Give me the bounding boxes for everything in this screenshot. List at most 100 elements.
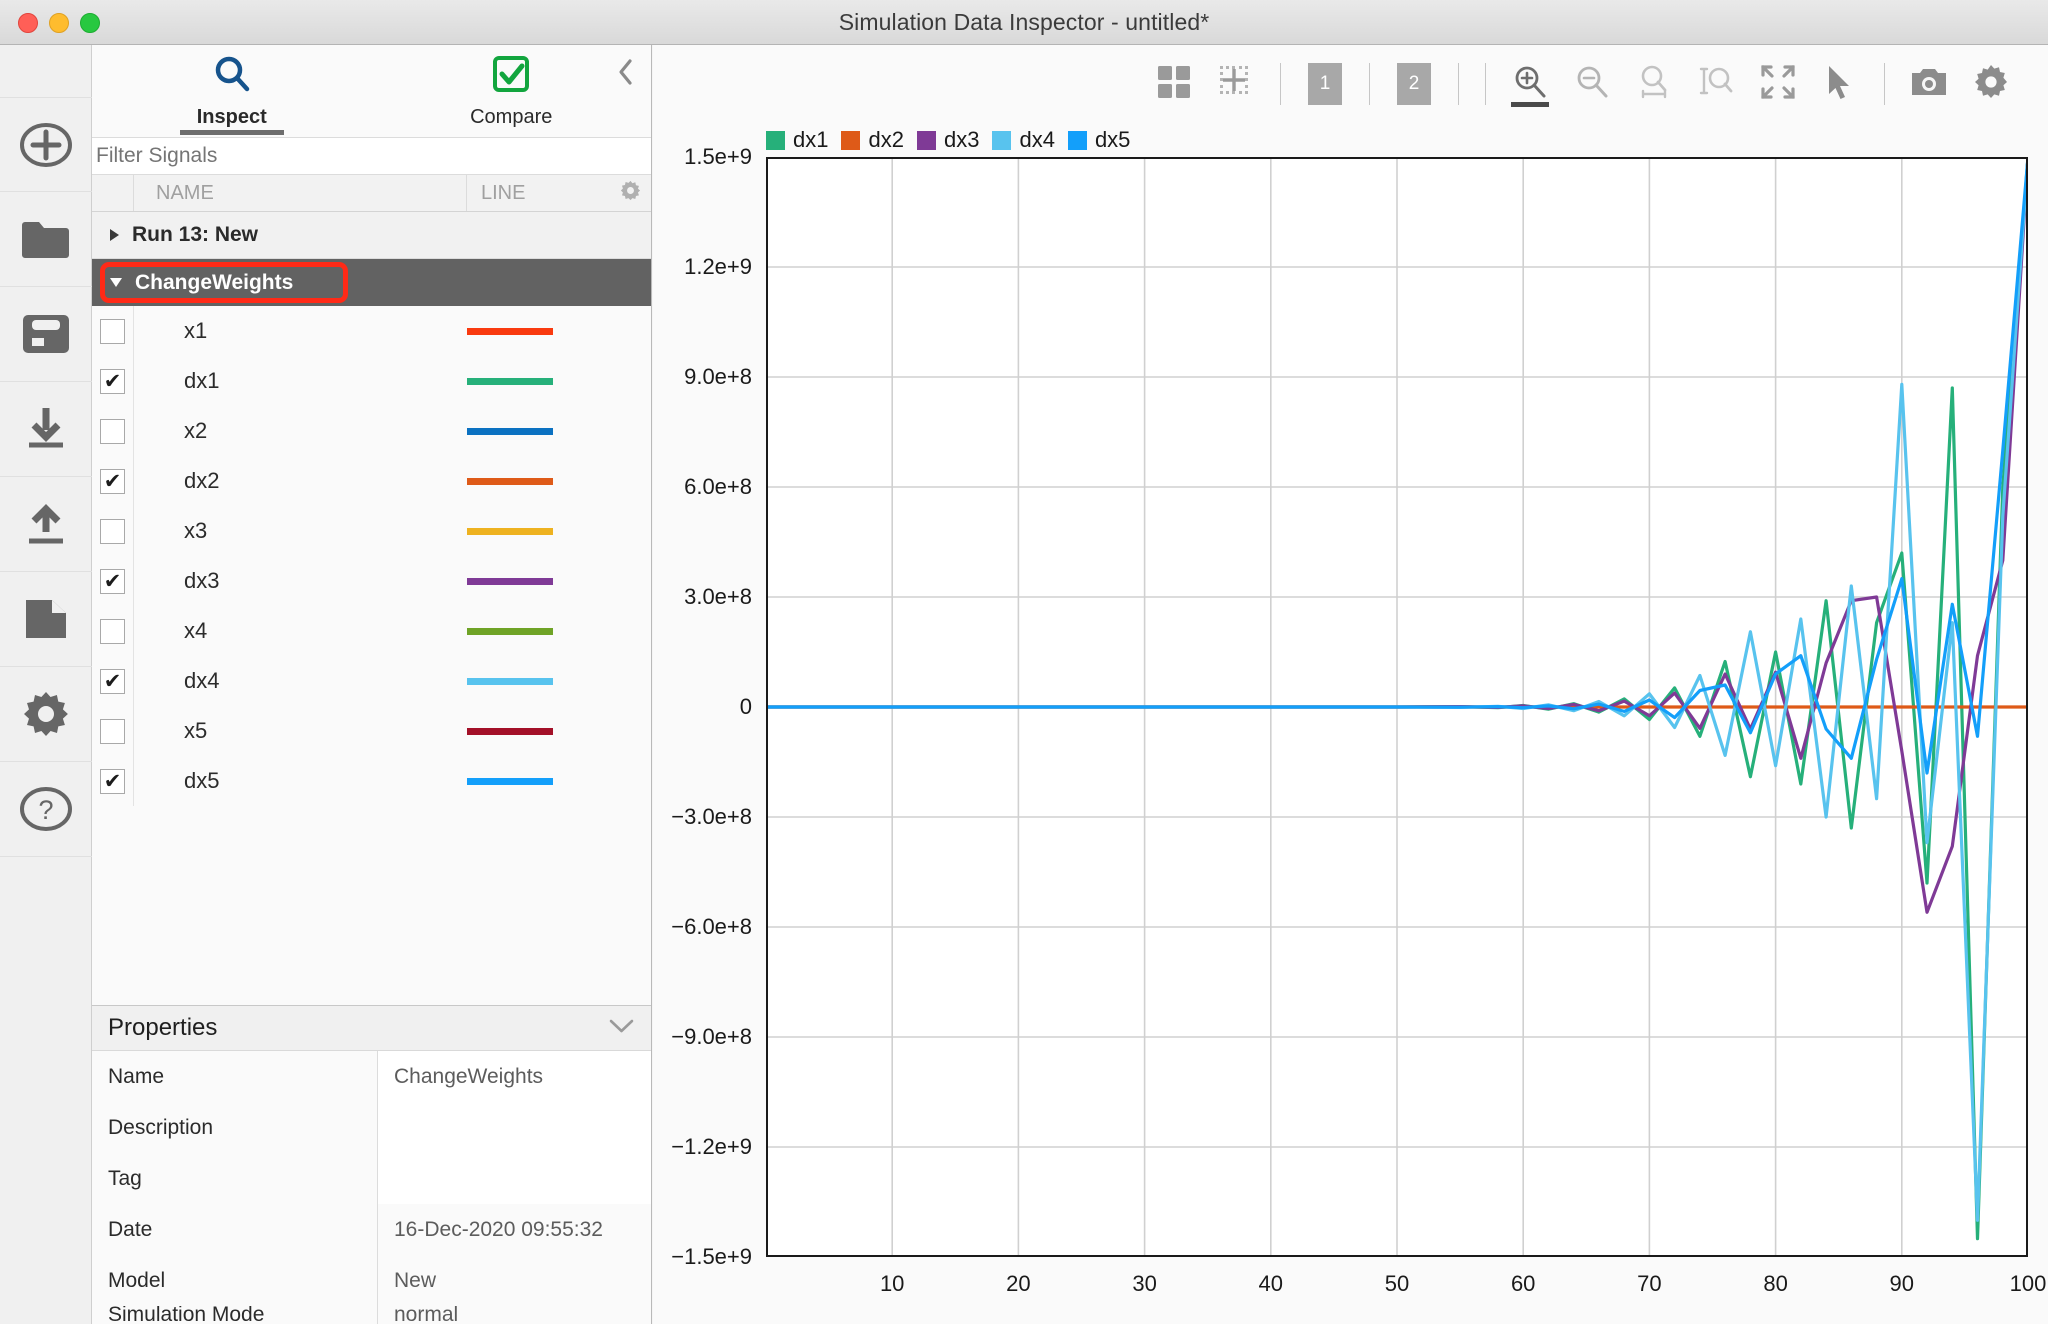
signal-row[interactable]: ✔ dx5 bbox=[92, 756, 651, 806]
signal-color-swatch[interactable] bbox=[467, 677, 553, 685]
minimize-button[interactable] bbox=[49, 12, 69, 33]
signal-row[interactable]: x5 bbox=[92, 706, 651, 756]
signal-line-cell[interactable] bbox=[467, 677, 609, 685]
signal-line-cell[interactable] bbox=[467, 377, 609, 385]
signal-line-cell[interactable] bbox=[467, 427, 609, 435]
signal-checkbox[interactable] bbox=[100, 418, 125, 444]
y-axis-tick-label: 1.2e+9 bbox=[684, 254, 752, 279]
fit-to-view-button[interactable] bbox=[1747, 53, 1809, 115]
signal-line-cell[interactable] bbox=[467, 527, 609, 535]
signal-row[interactable]: x2 bbox=[92, 406, 651, 456]
zoom-y-button[interactable] bbox=[1685, 53, 1747, 115]
property-value[interactable]: 16-Dec-2020 09:55:32 bbox=[377, 1204, 651, 1255]
import-button[interactable] bbox=[0, 382, 92, 477]
signal-row[interactable]: ✔ dx1 bbox=[92, 356, 651, 406]
signal-line-cell[interactable] bbox=[467, 727, 609, 735]
signal-checkbox[interactable]: ✔ bbox=[100, 668, 125, 694]
help-button[interactable]: ? bbox=[0, 762, 92, 857]
signal-row[interactable]: ✔ dx4 bbox=[92, 656, 651, 706]
signal-color-swatch[interactable] bbox=[467, 727, 553, 735]
signal-checkbox[interactable] bbox=[100, 718, 125, 744]
header-line-column[interactable]: LINE bbox=[467, 175, 609, 211]
close-button[interactable] bbox=[18, 12, 38, 33]
signal-checkbox[interactable] bbox=[100, 618, 125, 644]
zoom-in-button[interactable] bbox=[1499, 53, 1561, 115]
report-button[interactable] bbox=[0, 572, 92, 667]
chevron-down-icon[interactable] bbox=[608, 1014, 635, 1042]
legend-item[interactable]: dx3 bbox=[916, 127, 979, 153]
signal-checkbox-cell[interactable]: ✔ bbox=[92, 556, 134, 606]
signal-checkbox[interactable]: ✔ bbox=[100, 568, 125, 594]
signal-checkbox[interactable]: ✔ bbox=[100, 768, 125, 794]
signal-row[interactable]: x4 bbox=[92, 606, 651, 656]
snapshot-button[interactable] bbox=[1898, 53, 1960, 115]
new-run-button[interactable] bbox=[0, 97, 92, 192]
layout-grid-button[interactable] bbox=[1143, 53, 1205, 115]
signal-checkbox-cell[interactable]: ✔ bbox=[92, 356, 134, 406]
signal-checkbox-cell[interactable]: ✔ bbox=[92, 656, 134, 706]
expand-triangle-icon[interactable] bbox=[110, 229, 119, 241]
preferences-button[interactable] bbox=[0, 667, 92, 762]
signal-row[interactable]: x1 bbox=[92, 306, 651, 356]
zoom-x-button[interactable] bbox=[1623, 53, 1685, 115]
search-input[interactable] bbox=[96, 144, 651, 168]
signal-line-cell[interactable] bbox=[467, 327, 609, 335]
signal-row[interactable]: ✔ dx2 bbox=[92, 456, 651, 506]
tab-compare[interactable]: Compare bbox=[372, 45, 652, 137]
signal-color-swatch[interactable] bbox=[467, 377, 553, 385]
run-row[interactable]: Run 13: New bbox=[92, 212, 651, 259]
header-name-column[interactable]: NAME bbox=[134, 175, 467, 211]
signal-color-swatch[interactable] bbox=[467, 477, 553, 485]
signal-color-swatch[interactable] bbox=[467, 777, 553, 785]
signal-checkbox[interactable]: ✔ bbox=[100, 468, 125, 494]
legend-item[interactable]: dx4 bbox=[992, 127, 1055, 153]
zoom-out-button[interactable] bbox=[1561, 53, 1623, 115]
plot-settings-button[interactable] bbox=[1960, 53, 2022, 115]
axis-2-button[interactable]: 2 bbox=[1383, 53, 1445, 115]
signal-color-swatch[interactable] bbox=[467, 577, 553, 585]
signal-checkbox-cell[interactable] bbox=[92, 406, 134, 456]
pointer-button[interactable] bbox=[1809, 53, 1871, 115]
signal-line-cell[interactable] bbox=[467, 477, 609, 485]
property-value[interactable] bbox=[377, 1102, 651, 1153]
signal-line-cell[interactable] bbox=[467, 577, 609, 585]
legend-item[interactable]: dx5 bbox=[1067, 127, 1130, 153]
signal-line-cell[interactable] bbox=[467, 777, 609, 785]
axis-1-button[interactable]: 1 bbox=[1294, 53, 1356, 115]
property-value[interactable]: normal bbox=[377, 1306, 651, 1324]
property-value[interactable] bbox=[377, 1153, 651, 1204]
signal-color-swatch[interactable] bbox=[467, 527, 553, 535]
signal-checkbox[interactable]: ✔ bbox=[100, 368, 125, 394]
signal-checkbox[interactable] bbox=[100, 318, 125, 344]
property-value[interactable]: ChangeWeights bbox=[377, 1051, 651, 1102]
signal-color-swatch[interactable] bbox=[467, 427, 553, 435]
tab-inspect[interactable]: Inspect bbox=[92, 45, 372, 137]
signal-checkbox[interactable] bbox=[100, 518, 125, 544]
signal-checkbox-cell[interactable]: ✔ bbox=[92, 756, 134, 806]
column-settings-button[interactable] bbox=[609, 179, 651, 208]
signal-color-swatch[interactable] bbox=[467, 627, 553, 635]
signal-row[interactable]: x3 bbox=[92, 506, 651, 556]
legend-item[interactable]: dx1 bbox=[766, 127, 828, 153]
save-button[interactable] bbox=[0, 287, 92, 382]
property-value[interactable]: New bbox=[377, 1255, 651, 1306]
export-button[interactable] bbox=[0, 477, 92, 572]
signal-checkbox-cell[interactable] bbox=[92, 306, 134, 356]
collapse-triangle-icon[interactable] bbox=[110, 278, 122, 287]
sparse-grid-button[interactable] bbox=[1205, 53, 1267, 115]
open-button[interactable] bbox=[0, 192, 92, 287]
question-circle-icon: ? bbox=[20, 783, 72, 835]
signal-checkbox-cell[interactable] bbox=[92, 706, 134, 756]
legend-item[interactable]: dx2 bbox=[841, 127, 904, 153]
signal-checkbox-cell[interactable] bbox=[92, 606, 134, 656]
signal-group-row-changeweights[interactable]: ChangeWeights bbox=[92, 259, 651, 306]
signal-color-swatch[interactable] bbox=[467, 327, 553, 335]
collapse-panel-button[interactable] bbox=[615, 57, 637, 92]
maximize-button[interactable] bbox=[80, 12, 100, 33]
plot-canvas[interactable] bbox=[764, 155, 2030, 1258]
signal-checkbox-cell[interactable] bbox=[92, 506, 134, 556]
signal-line-cell[interactable] bbox=[467, 627, 609, 635]
signal-checkbox-cell[interactable]: ✔ bbox=[92, 456, 134, 506]
properties-header[interactable]: Properties bbox=[92, 1005, 651, 1051]
signal-row[interactable]: ✔ dx3 bbox=[92, 556, 651, 606]
